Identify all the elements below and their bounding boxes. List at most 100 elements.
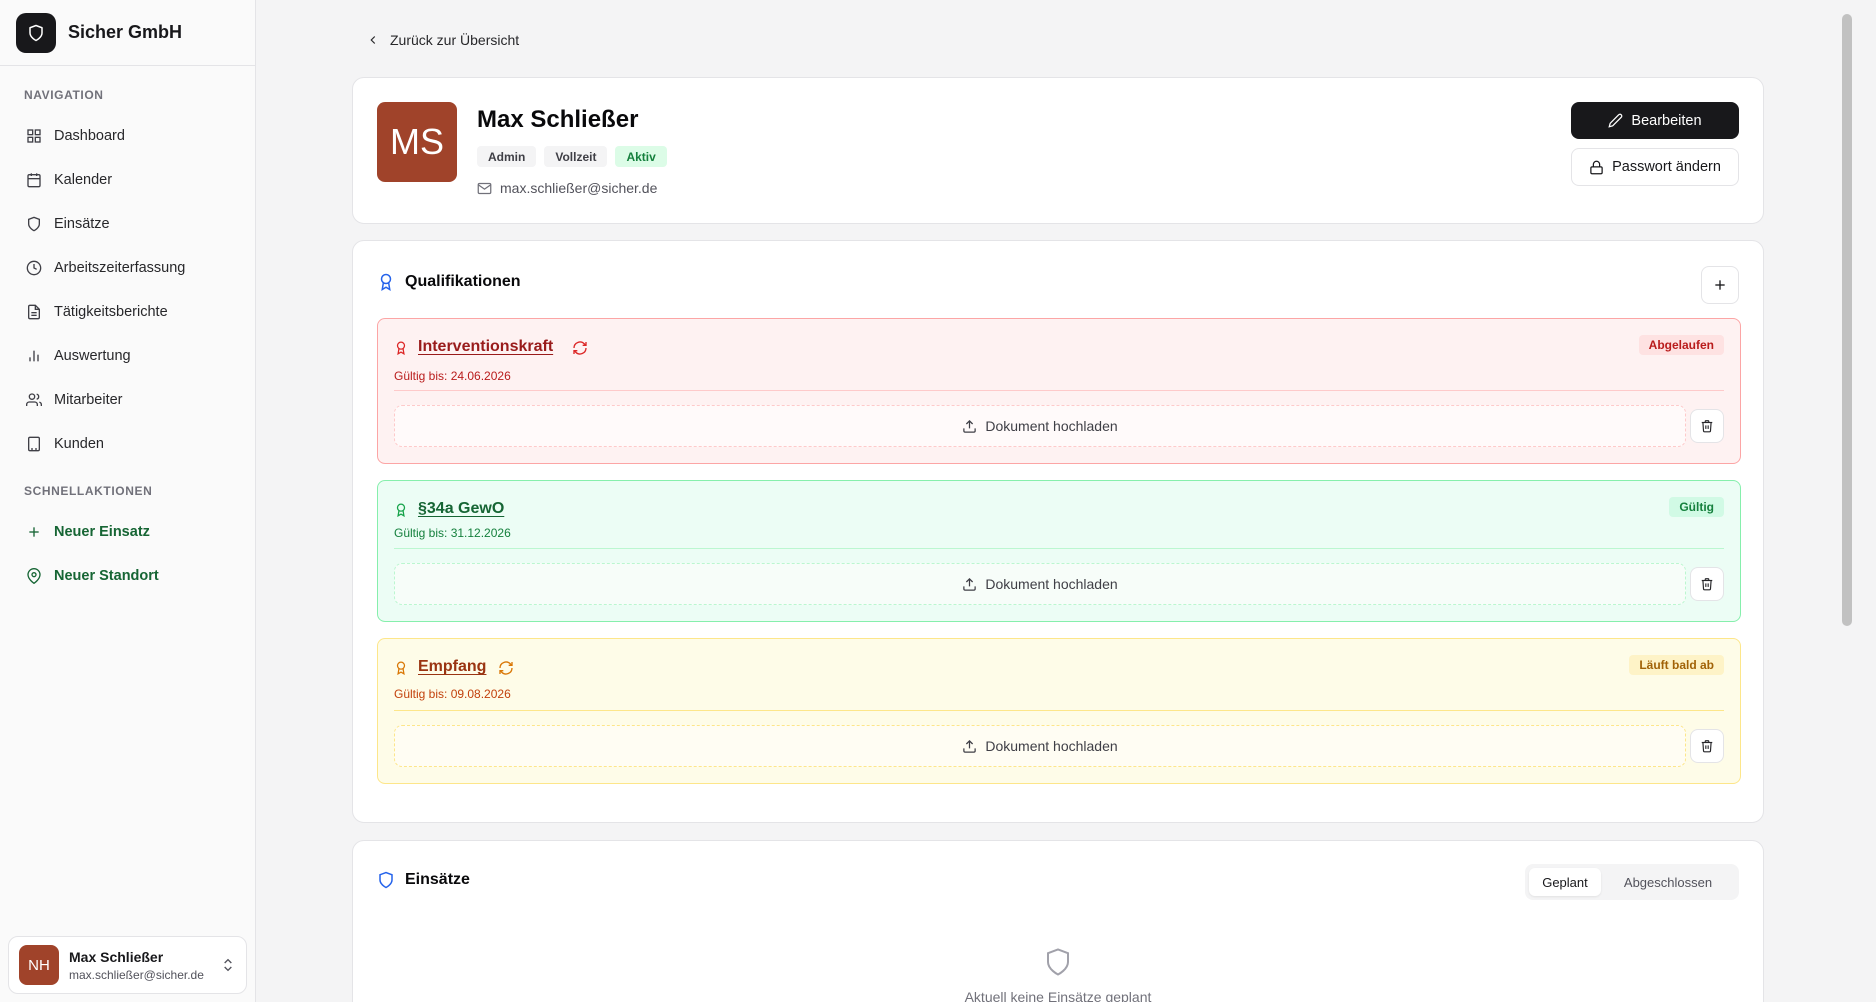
sidebar-item-label: Kalender <box>54 172 113 188</box>
sidebar-item-dashboard[interactable]: Dashboard <box>12 114 243 158</box>
award-icon <box>380 273 392 291</box>
employment-badge: Vollzeit <box>544 146 608 167</box>
user-email: max.schließer@sicher.de <box>69 967 204 982</box>
tab-geplant[interactable]: Geplant <box>1529 868 1601 896</box>
sidebar-item-kalender[interactable]: Kalender <box>12 158 243 202</box>
delete-qualification-button[interactable] <box>1690 729 1724 763</box>
nav-list: Dashboard Kalender Einsätze Arbeitszeite… <box>0 114 255 466</box>
user-name: Max Schließer <box>69 948 164 965</box>
upload-label: Dokument hochladen <box>985 576 1118 592</box>
qualification-name-link[interactable]: §34a GewO <box>418 500 504 518</box>
sidebar-item-taetigkeitsberichte[interactable]: Tätigkeitsberichte <box>12 290 243 334</box>
dashboard-icon <box>27 129 41 143</box>
user-menu[interactable]: NH Max Schließer max.schließer@sicher.de <box>8 936 247 994</box>
sidebar-item-mitarbeiter[interactable]: Mitarbeiter <box>12 378 243 422</box>
divider <box>394 710 1724 711</box>
upload-icon <box>963 419 977 433</box>
back-link[interactable]: Zurück zur Übersicht <box>366 32 519 48</box>
main-content: Zurück zur Übersicht MS Max Schließer Ad… <box>256 0 1856 1002</box>
upload-document-button[interactable]: Dokument hochladen <box>394 563 1686 605</box>
sidebar-item-einsaetze[interactable]: Einsätze <box>12 202 243 246</box>
qualifications-heading: Qualifikationen <box>377 273 521 291</box>
quick-item-label: Neuer Standort <box>54 568 159 584</box>
qualification-item: §34a GewO Gültig Gültig bis: 31.12.2026 … <box>377 480 1741 622</box>
award-icon <box>396 503 406 517</box>
qualification-status-badge: Gültig <box>1669 497 1724 517</box>
profile-badges: Admin Vollzeit Aktiv <box>477 146 667 167</box>
sidebar-item-kunden[interactable]: Kunden <box>12 422 243 466</box>
einsaetze-tabs: Geplant Abgeschlossen <box>1525 864 1739 900</box>
quick-group-label: SCHNELLAKTIONEN <box>24 484 153 498</box>
qualification-status-badge: Läuft bald ab <box>1629 655 1724 675</box>
upload-document-button[interactable]: Dokument hochladen <box>394 405 1686 447</box>
profile-email-text: max.schließer@sicher.de <box>500 180 658 196</box>
shield-icon <box>379 871 393 889</box>
quick-new-einsatz[interactable]: Neuer Einsatz <box>12 510 243 554</box>
qualification-name-link[interactable]: Interventionskraft <box>418 338 553 356</box>
divider <box>394 548 1724 549</box>
qualification-item: Interventionskraft Abgelaufen Gültig bis… <box>377 318 1741 464</box>
qualification-status-badge: Abgelaufen <box>1638 335 1724 355</box>
change-password-label: Passwort ändern <box>1612 159 1721 175</box>
building-icon <box>28 436 40 452</box>
change-password-button[interactable]: Passwort ändern <box>1571 148 1739 186</box>
upload-document-button[interactable]: Dokument hochladen <box>394 725 1686 767</box>
delete-qualification-button[interactable] <box>1690 409 1724 443</box>
award-icon <box>396 661 406 675</box>
brand-header[interactable]: Sicher GmbH <box>0 0 255 66</box>
profile-email: max.schließer@sicher.de <box>477 180 657 196</box>
sidebar-item-label: Mitarbeiter <box>54 392 123 408</box>
calendar-icon <box>27 173 41 188</box>
einsaetze-title: Einsätze <box>405 871 470 888</box>
chevrons-up-down-icon <box>224 958 232 972</box>
sidebar-item-label: Auswertung <box>54 348 131 364</box>
sidebar-item-label: Kunden <box>54 436 104 452</box>
sidebar-item-arbeitszeiterfassung[interactable]: Arbeitszeiterfassung <box>12 246 243 290</box>
upload-icon <box>963 577 977 591</box>
scrollbar[interactable] <box>1836 0 1856 1002</box>
edit-button[interactable]: Bearbeiten <box>1571 102 1739 139</box>
qualification-valid-until: Gültig bis: 09.08.2026 <box>394 687 511 701</box>
refresh-icon[interactable] <box>498 660 514 676</box>
edit-button-label: Bearbeiten <box>1631 112 1702 129</box>
refresh-icon[interactable] <box>572 340 588 356</box>
sidebar-item-label: Arbeitszeiterfassung <box>54 260 186 276</box>
qualification-name-link[interactable]: Empfang <box>418 658 486 676</box>
qualification-valid-until: Gültig bis: 31.12.2026 <box>394 526 511 540</box>
qualifications-title: Qualifikationen <box>405 273 521 290</box>
quick-new-standort[interactable]: Neuer Standort <box>12 554 243 598</box>
user-avatar: NH <box>19 945 59 985</box>
add-qualification-button[interactable] <box>1701 266 1739 304</box>
role-badge: Admin <box>477 146 537 167</box>
shield-logo-icon <box>29 24 43 41</box>
back-link-label: Zurück zur Übersicht <box>390 32 520 48</box>
sidebar-item-label: Einsätze <box>54 216 110 232</box>
mail-icon <box>477 182 492 194</box>
trash-icon <box>1701 740 1713 753</box>
upload-label: Dokument hochladen <box>985 418 1118 434</box>
trash-icon <box>1701 420 1713 433</box>
delete-qualification-button[interactable] <box>1690 567 1724 601</box>
quick-item-label: Neuer Einsatz <box>54 524 150 540</box>
sidebar-item-label: Tätigkeitsberichte <box>54 304 168 320</box>
bar-chart-icon <box>29 350 39 362</box>
shield-icon <box>28 216 40 232</box>
scrollbar-thumb[interactable] <box>1842 14 1852 626</box>
users-icon <box>26 393 42 406</box>
empty-state-text: Aktuell keine Einsätze geplant <box>964 989 1152 1002</box>
user-info: Max Schließer max.schließer@sicher.de <box>69 949 220 982</box>
qualification-valid-until: Gültig bis: 24.06.2026 <box>394 369 511 383</box>
pencil-icon <box>1608 113 1623 128</box>
chevron-left-icon <box>370 36 376 44</box>
clock-icon <box>26 260 42 276</box>
award-icon <box>396 341 406 355</box>
shield-empty-icon <box>1047 948 1069 976</box>
sidebar-item-auswertung[interactable]: Auswertung <box>12 334 243 378</box>
brand-logo <box>16 12 56 53</box>
qualifications-card: Qualifikationen Interventionskraft Abgel… <box>352 240 1764 823</box>
sidebar-item-label: Dashboard <box>54 128 125 144</box>
tab-abgeschlossen[interactable]: Abgeschlossen <box>1601 868 1735 896</box>
einsaetze-card: Einsätze Geplant Abgeschlossen Aktuell k… <box>352 840 1764 1002</box>
profile-card: MS Max Schließer Admin Vollzeit Aktiv ma… <box>352 77 1764 224</box>
trash-icon <box>1701 578 1713 591</box>
